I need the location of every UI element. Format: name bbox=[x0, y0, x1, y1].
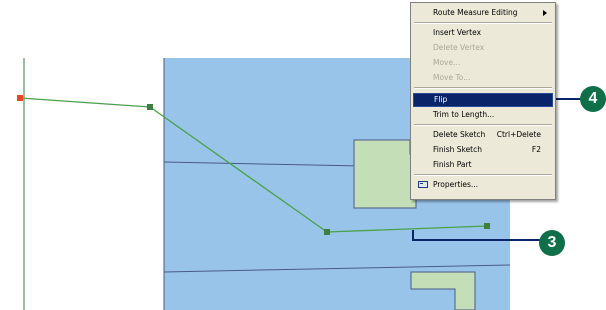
menu-item-insert-vertex[interactable]: Insert Vertex bbox=[413, 26, 553, 40]
menu-item-move-to[interactable]: Move To... bbox=[413, 71, 553, 85]
context-menu: Route Measure Editing Insert Vertex Dele… bbox=[410, 2, 556, 200]
sketch-vertex bbox=[147, 104, 153, 110]
properties-icon bbox=[418, 181, 428, 188]
menu-separator bbox=[414, 22, 552, 24]
menu-item-finish-part[interactable]: Finish Part bbox=[413, 158, 553, 172]
menu-item-label: Finish Sketch bbox=[433, 145, 483, 154]
sketch-vertex bbox=[324, 229, 330, 235]
menu-item-properties[interactable]: Properties... bbox=[413, 178, 553, 192]
menu-item-label: Finish Part bbox=[433, 160, 472, 169]
menu-item-shortcut: F2 bbox=[531, 145, 541, 154]
menu-item-trim-to-length[interactable]: Trim to Length... bbox=[413, 108, 553, 122]
callout-step-4: 4 bbox=[580, 86, 606, 112]
menu-item-finish-sketch[interactable]: Finish Sketch F2 bbox=[413, 143, 553, 157]
menu-item-delete-sketch[interactable]: Delete Sketch Ctrl+Delete bbox=[413, 128, 553, 142]
menu-item-label: Trim to Length... bbox=[433, 110, 495, 119]
callout-step-3: 3 bbox=[539, 230, 565, 256]
sketch-vertex bbox=[484, 223, 490, 229]
menu-item-label: Properties... bbox=[433, 180, 479, 189]
menu-item-label: Flip bbox=[434, 95, 448, 104]
menu-item-label: Delete Sketch bbox=[433, 130, 486, 139]
menu-item-route-measure-editing[interactable]: Route Measure Editing bbox=[413, 6, 553, 20]
menu-item-label: Move... bbox=[433, 58, 461, 67]
parcel-polygon bbox=[353, 139, 417, 209]
menu-separator bbox=[414, 124, 552, 126]
menu-item-delete-vertex[interactable]: Delete Vertex bbox=[413, 41, 553, 55]
menu-item-flip[interactable]: Flip bbox=[413, 93, 553, 107]
menu-item-move[interactable]: Move... bbox=[413, 56, 553, 70]
menu-item-shortcut: Ctrl+Delete bbox=[496, 130, 541, 139]
submenu-arrow-icon bbox=[543, 10, 547, 16]
sketch-vertex-start bbox=[17, 95, 23, 101]
menu-item-label: Insert Vertex bbox=[433, 28, 482, 37]
menu-item-label: Delete Vertex bbox=[433, 43, 485, 52]
menu-item-label: Route Measure Editing bbox=[433, 8, 518, 17]
menu-separator bbox=[414, 87, 552, 89]
menu-item-label: Move To... bbox=[433, 73, 471, 82]
menu-separator bbox=[414, 174, 552, 176]
